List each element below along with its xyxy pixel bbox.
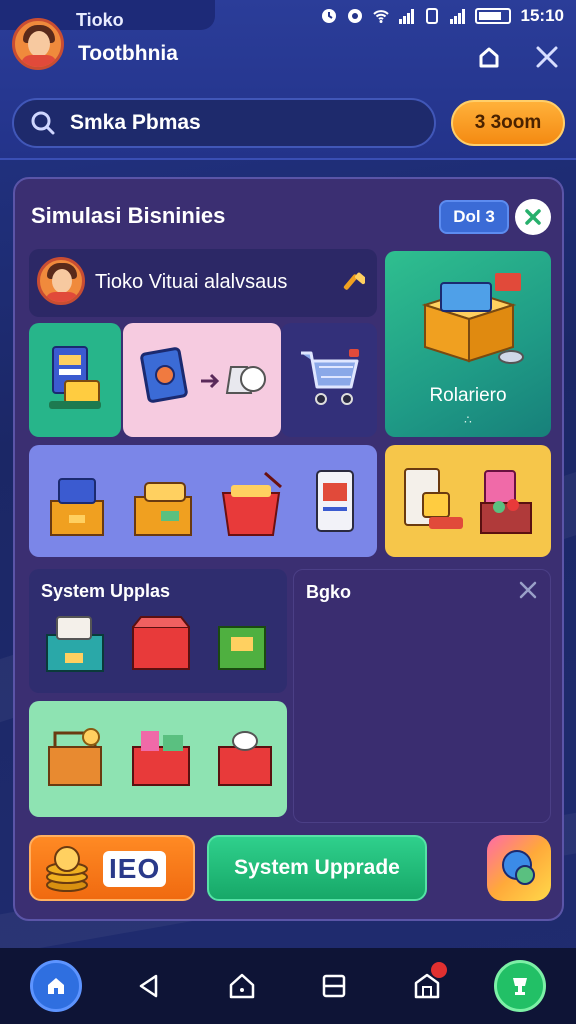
book-box (316, 470, 354, 532)
nav-back-button[interactable] (123, 960, 175, 1012)
nav-house-button[interactable] (216, 960, 268, 1012)
store-name: Tioko Vituai alalvsaus (95, 271, 288, 293)
basket-coins (48, 728, 102, 786)
search-icon (31, 111, 55, 135)
cart-tile[interactable] (281, 323, 377, 437)
upgrade-items (46, 616, 266, 672)
panel-close-button[interactable] (515, 199, 551, 235)
shelves-icon (404, 468, 532, 534)
nav-recents-button[interactable] (308, 960, 360, 1012)
process-icon (140, 347, 266, 403)
box-1 (50, 478, 104, 536)
catalog-tile[interactable] (29, 323, 121, 437)
home-icon (48, 978, 65, 994)
inventory-tile[interactable] (29, 445, 377, 557)
shopping-cart-icon (301, 349, 359, 405)
notification-badge (430, 962, 447, 978)
info-panel: Bgko (293, 569, 551, 823)
info-close-button[interactable] (518, 580, 538, 605)
user-avatar[interactable] (12, 18, 64, 70)
recents-icon (323, 974, 346, 998)
home-outline-button[interactable] (472, 40, 506, 74)
upgrades-label: System Upplas (41, 581, 171, 601)
crate-green (218, 626, 266, 670)
coin-card-label: IEO (103, 851, 167, 887)
status-bar: 15:10 (321, 6, 564, 26)
supplies-items (48, 728, 272, 786)
basket-goods (132, 731, 190, 786)
search-input[interactable]: Smka Pbmas (12, 98, 436, 148)
nav-store-button[interactable] (401, 960, 453, 1012)
featured-sublabel: ∴ (464, 413, 472, 427)
system-upgrades-tile[interactable]: System Upplas (29, 569, 287, 693)
supplies-tile[interactable] (29, 701, 287, 817)
app-name: Tioko (76, 10, 124, 30)
nav-home-button[interactable] (30, 960, 83, 1012)
signal-icon (398, 8, 414, 24)
process-tile[interactable] (123, 323, 281, 437)
hammer-icon (343, 272, 365, 290)
bottom-nav-bar (0, 948, 576, 1024)
close-icon (525, 209, 541, 225)
close-icon (519, 581, 537, 599)
store-row[interactable]: Tioko Vituai alalvsaus (29, 249, 377, 317)
chat-icon (502, 850, 535, 885)
basket-red (221, 471, 282, 536)
battery-icon (474, 8, 511, 24)
basket-eggs (218, 731, 272, 786)
app-header: Tioko Tootbhnia 15:10 Smka Pbmas 3 3oom (0, 0, 576, 160)
back-icon (139, 974, 158, 998)
coin-card-button[interactable]: IEO (29, 835, 195, 901)
home-outline-icon (479, 47, 499, 68)
close-icon (536, 46, 558, 68)
alarm-icon (321, 9, 336, 23)
signal-icon-2 (449, 8, 465, 24)
close-button[interactable] (530, 40, 564, 74)
catalog-icon (49, 346, 101, 409)
nav-app-button[interactable] (493, 960, 546, 1012)
featured-label: Rolariero (429, 385, 507, 406)
house-icon (229, 973, 254, 999)
box-2 (134, 482, 192, 536)
status-time: 15:10 (520, 6, 564, 25)
system-upgrade-button[interactable]: System Upprade (207, 835, 427, 901)
at-icon (347, 9, 362, 23)
trophy-icon (512, 978, 527, 995)
chat-app-button[interactable] (487, 835, 551, 901)
simulation-panel: Simulasi Bisninies Dol 3 Tioko Vituai al… (13, 177, 564, 921)
sim-icon (425, 8, 438, 24)
coin-stack-icon (46, 846, 88, 892)
shelves-tile[interactable] (385, 445, 551, 557)
featured-tile[interactable]: Rolariero ∴ (385, 251, 551, 437)
crate-teal (46, 616, 104, 672)
search-value: Smka Pbmas (70, 111, 201, 134)
info-label: Bgko (306, 582, 351, 602)
inventory-items (50, 470, 354, 536)
level-badge[interactable]: Dol 3 (439, 200, 509, 234)
wifi-icon (372, 10, 389, 23)
coin-balance-button[interactable]: 3 3oom (451, 100, 565, 146)
app-subtitle: Tootbhnia (78, 42, 178, 65)
box-icon (421, 273, 524, 364)
panel-title: Simulasi Bisninies (31, 203, 226, 228)
crate-red (132, 616, 190, 670)
store-avatar (37, 257, 85, 305)
